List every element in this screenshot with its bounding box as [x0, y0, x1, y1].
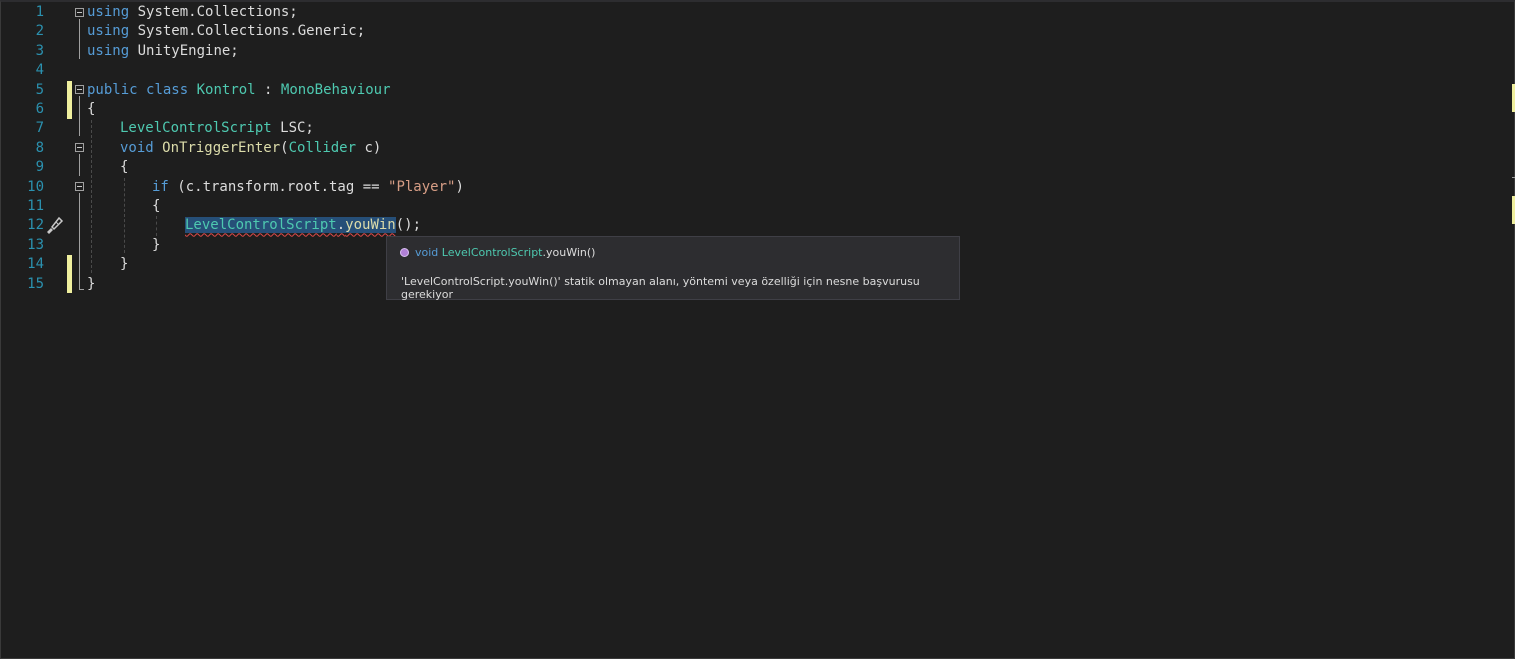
collapse-toggle-icon[interactable] [75, 85, 84, 94]
string-literal: "Player" [388, 178, 456, 195]
base-class: MonoBehaviour [280, 81, 391, 98]
line-number: 4 [35, 62, 44, 79]
type-name: LevelControlScript [120, 120, 272, 137]
indent-guide [124, 178, 125, 253]
keyword: public [87, 81, 138, 98]
indent-guide [91, 120, 92, 273]
method-name: OnTriggerEnter [162, 139, 281, 156]
code-line-14: } [120, 255, 128, 274]
code-line-13: } [152, 236, 160, 255]
keyword: using [87, 42, 130, 59]
line-number: 10 [27, 178, 44, 195]
error-span[interactable]: LevelControlScript.youWin [185, 217, 396, 234]
line-number: 8 [35, 139, 44, 156]
code-text: ) [455, 178, 464, 195]
keyword: using [87, 4, 130, 20]
code-line-1: using System.Collections; [87, 3, 298, 22]
tooltip-signature: void LevelControlScript.youWin() [400, 246, 595, 259]
outline-line [79, 154, 80, 176]
code-text: { [152, 198, 161, 214]
collapse-toggle-icon[interactable] [75, 182, 84, 191]
outline-line [79, 96, 80, 136]
class-name: Kontrol [196, 81, 256, 98]
line-number: 9 [35, 159, 44, 176]
line-number: 6 [35, 101, 44, 117]
line-number: 11 [27, 198, 44, 214]
line-number: 5 [35, 81, 44, 98]
change-marker [67, 81, 72, 119]
code-line-6: { [87, 100, 95, 119]
collapse-toggle-icon[interactable] [75, 8, 84, 17]
code-text: System.Collections; [129, 4, 298, 20]
keyword: void [120, 139, 154, 156]
code-line-9: { [120, 158, 128, 177]
code-line-7: LevelControlScript LSC; [120, 119, 314, 138]
method-name: .youWin() [542, 246, 596, 259]
outline-line [79, 19, 80, 59]
quick-info-tooltip: void LevelControlScript.youWin() 'LevelC… [386, 236, 960, 301]
quick-actions-brush-icon[interactable] [44, 215, 64, 235]
code-text: { [87, 101, 96, 117]
outline-line-end [79, 289, 84, 290]
code-text: c) [356, 139, 382, 156]
indent-guide [156, 216, 157, 236]
type-name: Collider [288, 139, 357, 156]
tooltip-signature-text: void LevelControlScript.youWin() [415, 246, 595, 259]
code-text: . [336, 217, 346, 234]
code-line-12: LevelControlScript.youWin(); [185, 216, 421, 235]
code-text: { [120, 159, 129, 176]
code-text: } [120, 256, 129, 273]
code-text: UnityEngine; [129, 42, 239, 59]
code-line-15: } [87, 275, 95, 294]
code-line-2: using System.Collections.Generic; [87, 22, 365, 41]
change-marker [67, 255, 72, 293]
keyword: class [146, 81, 189, 98]
line-number: 12 [27, 217, 44, 234]
line-number: 13 [27, 236, 44, 253]
code-line-5: public class Kontrol : MonoBehaviour [87, 81, 391, 100]
code-line-10: if (c.transform.root.tag == "Player") [152, 178, 464, 197]
type-name: LevelControlScript [441, 246, 543, 259]
code-text: System.Collections.Generic; [129, 23, 366, 40]
code-text: (c.transform.root.tag == [168, 178, 389, 195]
code-text: } [87, 275, 96, 292]
code-line-3: using UnityEngine; [87, 42, 239, 61]
code-text: (); [395, 217, 422, 234]
keyword: void [415, 246, 439, 259]
tooltip-error-message: 'LevelControlScript.youWin()' statik olm… [401, 275, 920, 301]
line-number: 1 [35, 4, 44, 20]
method-icon [400, 248, 409, 257]
line-number: 3 [35, 42, 44, 59]
line-number: 15 [27, 275, 44, 292]
line-number: 7 [35, 120, 44, 137]
code-line-8: void OnTriggerEnter(Collider c) [120, 139, 381, 158]
outline-line [79, 193, 80, 290]
keyword: using [87, 23, 130, 40]
keyword: if [152, 178, 169, 195]
type-name: LevelControlScript [185, 217, 337, 234]
code-text: : [255, 81, 281, 98]
code-text: ( [280, 139, 289, 156]
code-line-11: { [152, 197, 160, 216]
code-text: } [152, 236, 161, 253]
method-name: youWin [345, 217, 396, 234]
line-number: 2 [35, 23, 44, 40]
line-number: 14 [27, 256, 44, 273]
collapse-toggle-icon[interactable] [75, 143, 84, 152]
code-text: LSC; [271, 120, 314, 137]
